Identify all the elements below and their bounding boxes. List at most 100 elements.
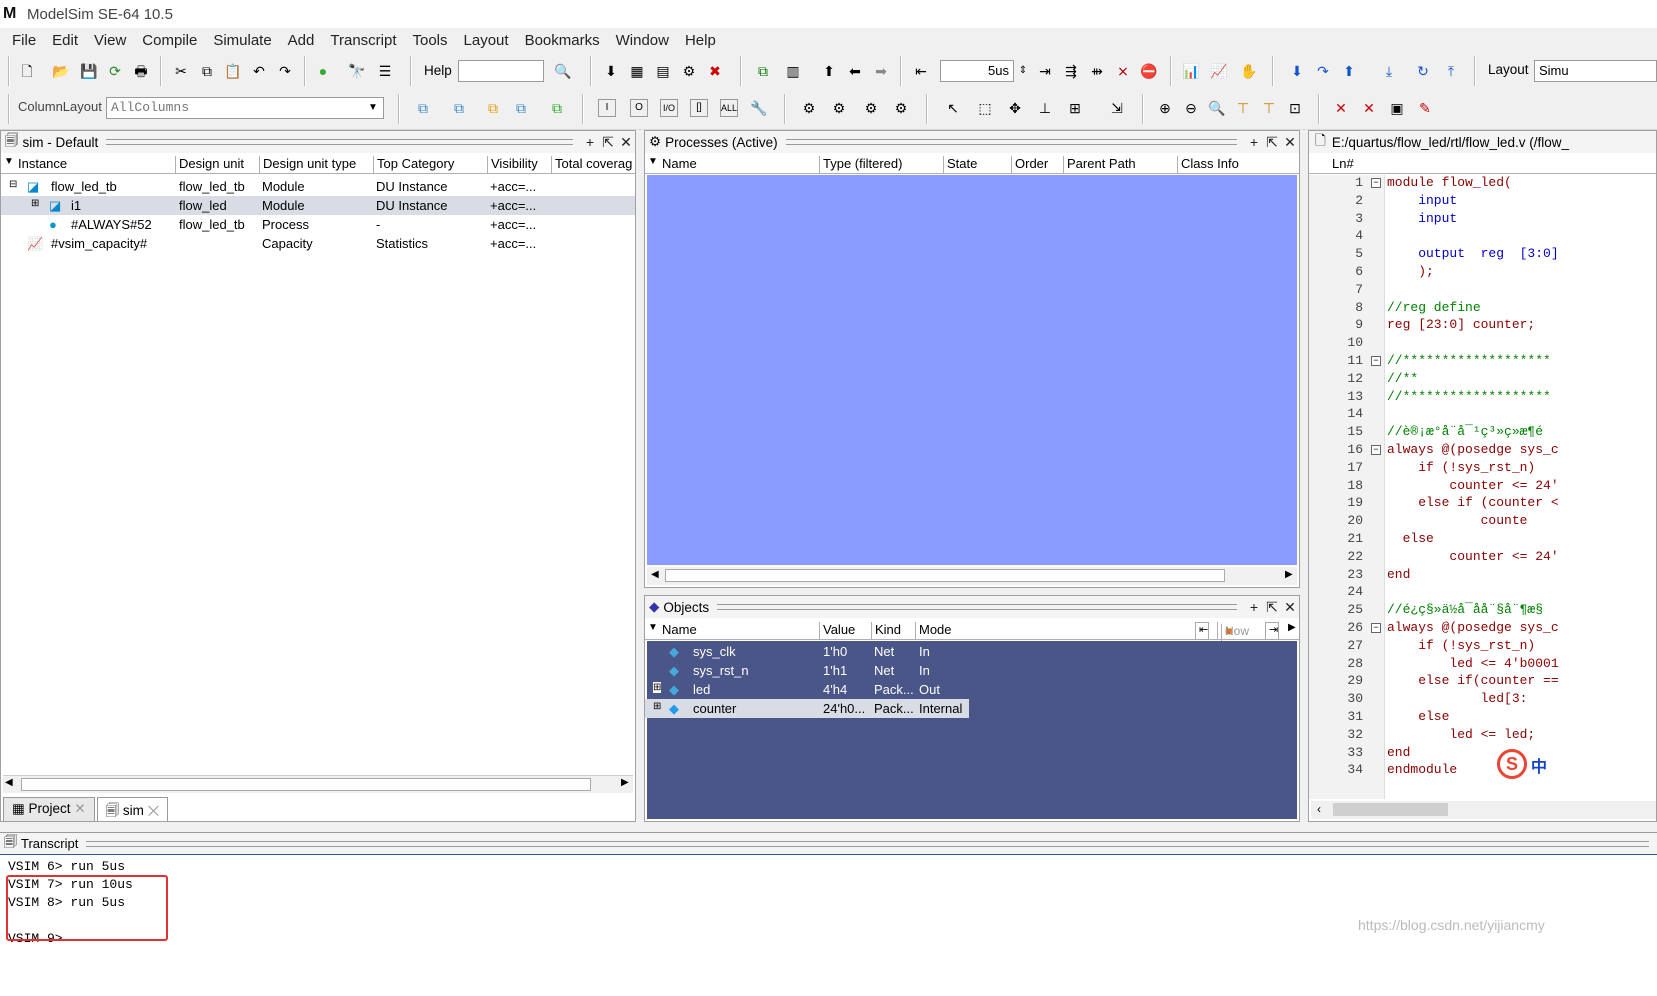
scroll-right-icon[interactable]: ▶ [621, 777, 629, 788]
col-type[interactable]: Type (filtered) [819, 156, 902, 174]
fold-icon[interactable]: − [1371, 356, 1381, 366]
step-out-c-icon[interactable]: ⤒ [1442, 62, 1460, 80]
add-wave-dropdown-icon[interactable]: ⧉ [414, 99, 432, 117]
close-tab-icon[interactable]: ✕ [148, 803, 160, 818]
expand-icon[interactable]: ⊞ [653, 701, 661, 712]
compile-icon[interactable]: ⬇ [602, 62, 620, 80]
break-icon[interactable]: ✖ [706, 62, 724, 80]
filter-output-icon[interactable]: O [630, 99, 648, 117]
break-run-icon[interactable]: ⨯ [1114, 62, 1132, 80]
table-row[interactable]: ◆ sys_rst_n 1'h1 Net In [645, 661, 1299, 680]
zoom-full-icon[interactable]: 🔍 [1208, 99, 1226, 117]
filter-input-icon[interactable]: I [598, 99, 616, 117]
chevron-down-icon[interactable]: ▼ [364, 99, 382, 117]
add-list-dropdown-icon[interactable]: ⧉ [450, 99, 468, 117]
menu-help[interactable]: Help [681, 32, 720, 49]
step-over-icon[interactable]: ↷ [1314, 62, 1332, 80]
scroll-left-icon[interactable]: ◀ [5, 777, 13, 788]
panel-undock-icon[interactable]: ⇱ [1263, 134, 1281, 151]
col-mode[interactable]: Mode [915, 622, 952, 640]
col-state[interactable]: State [943, 156, 977, 174]
sort-arrow-icon[interactable]: ▼ [1, 156, 14, 174]
performance-icon[interactable]: 📊 [1182, 62, 1200, 80]
gear-icon[interactable]: ⚙ [800, 99, 818, 117]
add-wave-icon[interactable]: ⧉ [754, 62, 772, 80]
scrollbar-thumb[interactable] [21, 778, 591, 791]
col-name[interactable]: Name [659, 622, 697, 640]
panel-add-icon[interactable]: + [1245, 134, 1263, 150]
compile-all-icon[interactable]: ▦ [628, 62, 646, 80]
close-tab-icon[interactable]: ✕ [74, 801, 85, 816]
wrench-icon[interactable]: 🔧 [750, 99, 768, 117]
expand-icon[interactable]: ⊞ [653, 682, 662, 693]
gear-icon[interactable]: ⚙ [892, 99, 910, 117]
find-list-icon[interactable]: ☰ [376, 62, 394, 80]
filter-all-icon[interactable]: ALL [720, 99, 738, 117]
scrollbar-thumb[interactable] [665, 569, 1225, 582]
add-dataflow-icon[interactable]: ⧉ [484, 99, 502, 117]
run-circle-icon[interactable]: ● [314, 62, 332, 80]
cursor-icon[interactable]: ⊥ [1036, 99, 1054, 117]
menu-transcript[interactable]: Transcript [326, 32, 400, 49]
zoom-out-icon[interactable]: ⊖ [1182, 99, 1200, 117]
step-into-dropdown-icon[interactable]: ⤓ [1380, 62, 1398, 80]
panel-grip[interactable] [785, 139, 1237, 145]
menu-layout[interactable]: Layout [460, 32, 513, 49]
col-top-category[interactable]: Top Category [373, 156, 454, 174]
col-name[interactable]: Name [659, 156, 697, 174]
panel-undock-icon[interactable]: ⇱ [599, 134, 617, 151]
run-icon[interactable]: ⇥ [1036, 62, 1054, 80]
add-schematic-icon[interactable]: ⧉ [548, 99, 566, 117]
gear-icon[interactable]: ⚙ [830, 99, 848, 117]
scroll-right-icon[interactable]: ▶ [1285, 569, 1293, 580]
table-row[interactable]: ⊞ ◆ led 4'h4 Pack... Out [645, 680, 1299, 699]
sort-arrow-icon[interactable]: ▼ [645, 622, 658, 640]
column-layout-select[interactable]: AllColumns [106, 97, 384, 119]
ime-indicator[interactable]: S 中 [1497, 749, 1557, 779]
memory-icon[interactable]: ▥ [784, 62, 802, 80]
col-value[interactable]: Value [819, 622, 855, 640]
filter-inout-icon[interactable]: I/O [660, 99, 678, 117]
col-class-info[interactable]: Class Info [1177, 156, 1239, 174]
menu-edit[interactable]: Edit [48, 32, 82, 49]
scroll-left-icon[interactable]: ◀ [651, 569, 659, 580]
zoom-region-icon[interactable]: ⬚ [976, 99, 994, 117]
gear-icon[interactable]: ⚙ [862, 99, 880, 117]
panel-add-icon[interactable]: + [1245, 599, 1263, 615]
menu-bookmarks[interactable]: Bookmarks [521, 32, 604, 49]
scroll-left-icon[interactable]: ‹ [1317, 802, 1321, 816]
table-row[interactable]: ◆ sys_clk 1'h0 Net In [645, 642, 1299, 661]
zoom-between-icon[interactable]: ⊤ [1260, 99, 1278, 117]
paste-icon[interactable]: 📋 [224, 62, 242, 80]
layout-select[interactable]: Simu [1534, 60, 1657, 82]
help-search-icon[interactable]: 🔍 [554, 62, 572, 80]
fold-icon[interactable]: − [1371, 623, 1381, 633]
scrollbar-thumb[interactable] [1333, 803, 1448, 816]
menu-simulate[interactable]: Simulate [209, 32, 275, 49]
processes-list-area[interactable] [647, 175, 1297, 565]
table-row[interactable]: ⊞ ◪ i1 flow_led Module DU Instance +acc=… [1, 196, 635, 215]
zoom-in-icon[interactable]: ⊕ [1156, 99, 1174, 117]
undo-icon[interactable]: ↶ [250, 62, 268, 80]
menu-tools[interactable]: Tools [409, 32, 452, 49]
reload-icon[interactable]: ⟳ [106, 62, 124, 80]
table-row[interactable]: ⊟ ◪ flow_led_tb flow_led_tb Module DU In… [1, 177, 635, 196]
panel-add-icon[interactable]: + [581, 134, 599, 150]
now-button[interactable]: ■ Now [1217, 622, 1249, 642]
memory-profile-icon[interactable]: 📈 [1210, 62, 1228, 80]
fold-icon[interactable]: − [1371, 445, 1381, 455]
panel-close-icon[interactable]: ✕ [1281, 599, 1299, 616]
redo-icon[interactable]: ↷ [276, 62, 294, 80]
code-area[interactable]: 1 module flow_led(2 input 3 input 4 5 output… [1309, 175, 1656, 799]
lock-cursor-icon[interactable]: ▣ [1388, 99, 1406, 117]
delete-cursor-icon[interactable]: ✕ [1332, 99, 1350, 117]
help-search-input[interactable] [458, 60, 544, 82]
zoom-cursor-icon[interactable]: ⊤ [1234, 99, 1252, 117]
panel-close-icon[interactable]: ✕ [617, 134, 635, 151]
copy-icon[interactable]: ⧉ [198, 62, 216, 80]
find-binoculars-icon[interactable]: 🔭 [348, 62, 366, 80]
scroll-right-icon[interactable]: ▶ [1285, 622, 1296, 640]
horizontal-scrollbar[interactable]: ‹ [1311, 801, 1656, 819]
col-design-unit[interactable]: Design unit [175, 156, 244, 174]
col-total-coverage[interactable]: Total coverag [551, 156, 632, 174]
